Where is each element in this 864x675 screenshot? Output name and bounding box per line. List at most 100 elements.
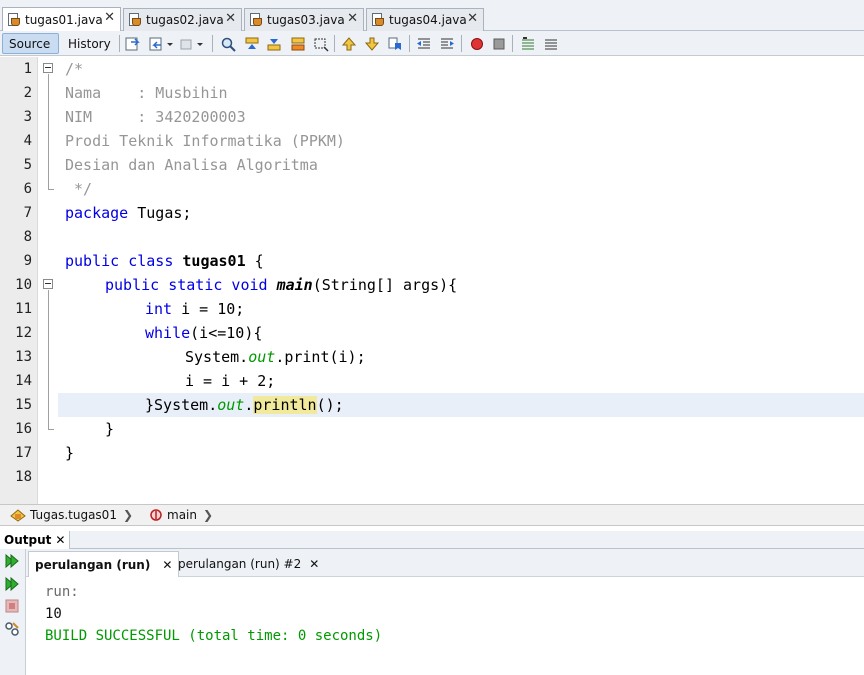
- fold-guide-end: [48, 189, 54, 190]
- tab-tugas01-java[interactable]: tugas01.java ✕: [2, 7, 121, 31]
- code-text: Tugas;: [128, 204, 192, 222]
- close-icon[interactable]: ✕: [309, 557, 319, 571]
- code-line-3: NIM : 3420200003: [65, 108, 246, 126]
- find-icon[interactable]: [220, 36, 236, 52]
- rerun-with-parameters-icon[interactable]: [4, 576, 20, 592]
- tab-tugas02-java[interactable]: tugas02.java ✕: [123, 8, 242, 31]
- code-text: {: [245, 252, 264, 270]
- line-number: 14: [15, 373, 32, 389]
- breadcrumb-method-label: main: [167, 508, 197, 522]
- chevron-down-icon[interactable]: [196, 36, 204, 52]
- console-line-build-status: BUILD SUCCESSFUL (total time: 0 seconds): [45, 628, 383, 644]
- line-number: 8: [23, 229, 32, 245]
- previous-bookmark-icon[interactable]: [341, 36, 357, 52]
- find-previous-icon[interactable]: [244, 36, 260, 52]
- code-line-17: }: [65, 444, 75, 462]
- fold-column: [38, 57, 58, 504]
- line-number: 6: [23, 181, 32, 197]
- tab-label: tugas03.java: [267, 13, 345, 27]
- code-line-16: }: [105, 420, 115, 438]
- close-icon[interactable]: ✕: [162, 558, 172, 572]
- close-icon[interactable]: ✕: [104, 10, 115, 25]
- shift-right-icon[interactable]: [439, 36, 455, 52]
- tab-perulangan-run[interactable]: perulangan (run) ✕: [28, 551, 180, 577]
- breadcrumb-method[interactable]: main: [149, 508, 197, 522]
- fold-method-toggle[interactable]: [43, 279, 53, 289]
- output-window-tab[interactable]: Output ✕: [0, 531, 71, 549]
- tab-tugas03-java[interactable]: tugas03.java ✕: [244, 8, 364, 31]
- shift-left-icon[interactable]: [416, 36, 432, 52]
- start-macro-recording-icon[interactable]: [469, 36, 485, 52]
- forward-icon[interactable]: [178, 36, 194, 52]
- close-icon[interactable]: ✕: [347, 11, 358, 26]
- code-line-6: */: [65, 180, 93, 198]
- class-icon: [10, 509, 26, 522]
- code-text: (i<=10){: [190, 324, 263, 342]
- chevron-right-icon: ❯: [203, 508, 214, 522]
- rerun-icon[interactable]: [4, 553, 20, 569]
- java-file-icon: [249, 13, 263, 27]
- code-line-11: int i = 10;: [145, 297, 244, 321]
- line-number: 1: [23, 61, 32, 77]
- close-icon[interactable]: ✕: [467, 11, 478, 26]
- code-line-10: public static void main(String[] args){: [105, 273, 457, 297]
- tab-label: tugas01.java: [25, 12, 103, 27]
- chevron-down-icon[interactable]: [166, 36, 174, 52]
- static-field: out: [217, 396, 245, 414]
- source-button[interactable]: Source: [2, 33, 59, 54]
- output-title: Output: [4, 533, 52, 547]
- tab-tugas04-java[interactable]: tugas04.java ✕: [366, 8, 484, 31]
- history-button[interactable]: History: [62, 33, 116, 54]
- rectangular-selection-icon[interactable]: [313, 36, 329, 52]
- code-editor[interactable]: 1 2 3 4 5 6 7 8 9 10 11 12 13 14 15 16 1…: [0, 57, 864, 504]
- code-line-1: /*: [65, 60, 84, 78]
- code-line-7: package Tugas;: [65, 201, 191, 225]
- find-next-icon[interactable]: [266, 36, 282, 52]
- toolbar-divider: [409, 35, 410, 52]
- chevron-right-icon: ❯: [122, 508, 134, 522]
- java-file-icon: [7, 12, 21, 27]
- toolbar-divider: [334, 35, 335, 52]
- fold-guide: [48, 74, 49, 190]
- code-line-9: public class tugas01 {: [65, 249, 264, 273]
- next-bookmark-icon[interactable]: [364, 36, 380, 52]
- line-number: 3: [23, 109, 32, 125]
- close-icon[interactable]: ✕: [225, 11, 236, 26]
- toolbar-divider: [212, 35, 213, 52]
- static-field: out: [248, 348, 276, 366]
- stop-icon[interactable]: [5, 599, 19, 613]
- comment-icon[interactable]: [520, 36, 536, 52]
- line-number: 5: [23, 157, 32, 173]
- fold-guide-end: [48, 429, 54, 430]
- line-number: 18: [15, 469, 32, 485]
- keyword: while: [145, 324, 191, 342]
- line-number: 11: [15, 301, 32, 317]
- class-name: tugas01: [182, 252, 246, 270]
- code-line-4: Prodi Teknik Informatika (PPKM): [65, 132, 345, 150]
- stop-macro-recording-icon[interactable]: [491, 36, 507, 52]
- java-file-icon: [371, 13, 385, 27]
- code-line-2: Nama : Musbihin: [65, 84, 228, 102]
- close-icon[interactable]: ✕: [55, 533, 65, 547]
- tab-perulangan-run-2[interactable]: perulangan (run) #2 ✕: [172, 551, 325, 577]
- fold-comment-toggle[interactable]: [43, 63, 53, 73]
- line-number: 12: [15, 325, 32, 341]
- line-number: 17: [15, 445, 32, 461]
- uncomment-icon[interactable]: [543, 36, 559, 52]
- settings-icon[interactable]: [4, 621, 20, 637]
- breadcrumb-class[interactable]: Tugas.tugas01: [10, 508, 117, 522]
- code-text: ();: [316, 396, 344, 414]
- output-console[interactable]: run: 10 BUILD SUCCESSFUL (total time: 0 …: [26, 577, 864, 675]
- toggle-bookmark-icon[interactable]: [387, 36, 403, 52]
- output-side-toolbar: [0, 549, 26, 675]
- line-number: 15: [15, 397, 32, 413]
- line-number: 16: [15, 421, 32, 437]
- toggle-highlight-icon[interactable]: [290, 36, 306, 52]
- code-line-14: i = i + 2;: [185, 372, 276, 390]
- tab-label: tugas04.java: [389, 13, 467, 27]
- line-number: 2: [23, 85, 32, 101]
- navigation-breadcrumb: Tugas.tugas01 ❯ main ❯: [0, 504, 864, 526]
- last-edit-icon[interactable]: [125, 36, 141, 52]
- back-icon[interactable]: [149, 36, 165, 52]
- tab-label: tugas02.java: [146, 13, 224, 27]
